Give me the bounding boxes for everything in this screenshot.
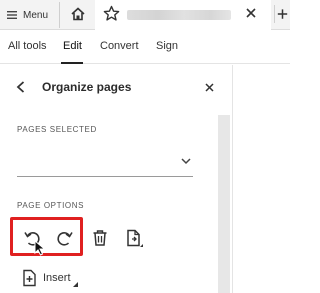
menu-bar: All tools Edit Convert Sign <box>0 30 290 64</box>
active-tab-indicator <box>61 62 83 64</box>
close-icon[interactable] <box>244 6 258 20</box>
menu-button[interactable]: Menu <box>6 6 48 24</box>
page-options-label: PAGE OPTIONS <box>17 201 85 210</box>
dropdown-corner-icon <box>72 281 78 287</box>
home-icon[interactable] <box>70 6 86 22</box>
panel-close-icon[interactable] <box>204 82 215 93</box>
panel-title: Organize pages <box>42 80 132 94</box>
delete-icon[interactable] <box>90 228 110 248</box>
menu-item-convert[interactable]: Convert <box>100 40 139 52</box>
menu-item-edit[interactable]: Edit <box>63 40 82 52</box>
chevron-down-icon <box>181 158 191 165</box>
insert-label: Insert <box>43 272 71 284</box>
title-bar: Menu <box>0 0 290 30</box>
insert-page-icon <box>23 269 36 287</box>
rotate-highlight-box <box>10 217 83 256</box>
menu-label: Menu <box>23 9 49 21</box>
pages-selected-dropdown[interactable] <box>17 147 193 177</box>
menu-item-sign[interactable]: Sign <box>156 40 178 52</box>
document-area <box>234 65 290 293</box>
star-icon[interactable] <box>103 5 120 22</box>
plus-icon[interactable] <box>274 5 290 23</box>
page-options-icon[interactable] <box>124 228 144 248</box>
tab-title-blurred <box>127 10 231 20</box>
organize-pages-panel <box>0 65 233 293</box>
menu-item-all-tools[interactable]: All tools <box>8 40 47 52</box>
pages-selected-label: PAGES SELECTED <box>17 125 97 134</box>
hamburger-icon <box>7 11 17 19</box>
mouse-cursor-icon <box>34 240 46 256</box>
divider <box>59 2 60 28</box>
insert-button[interactable]: Insert <box>22 268 78 288</box>
back-arrow-icon[interactable] <box>14 80 28 94</box>
panel-scrollbar[interactable] <box>218 115 230 293</box>
